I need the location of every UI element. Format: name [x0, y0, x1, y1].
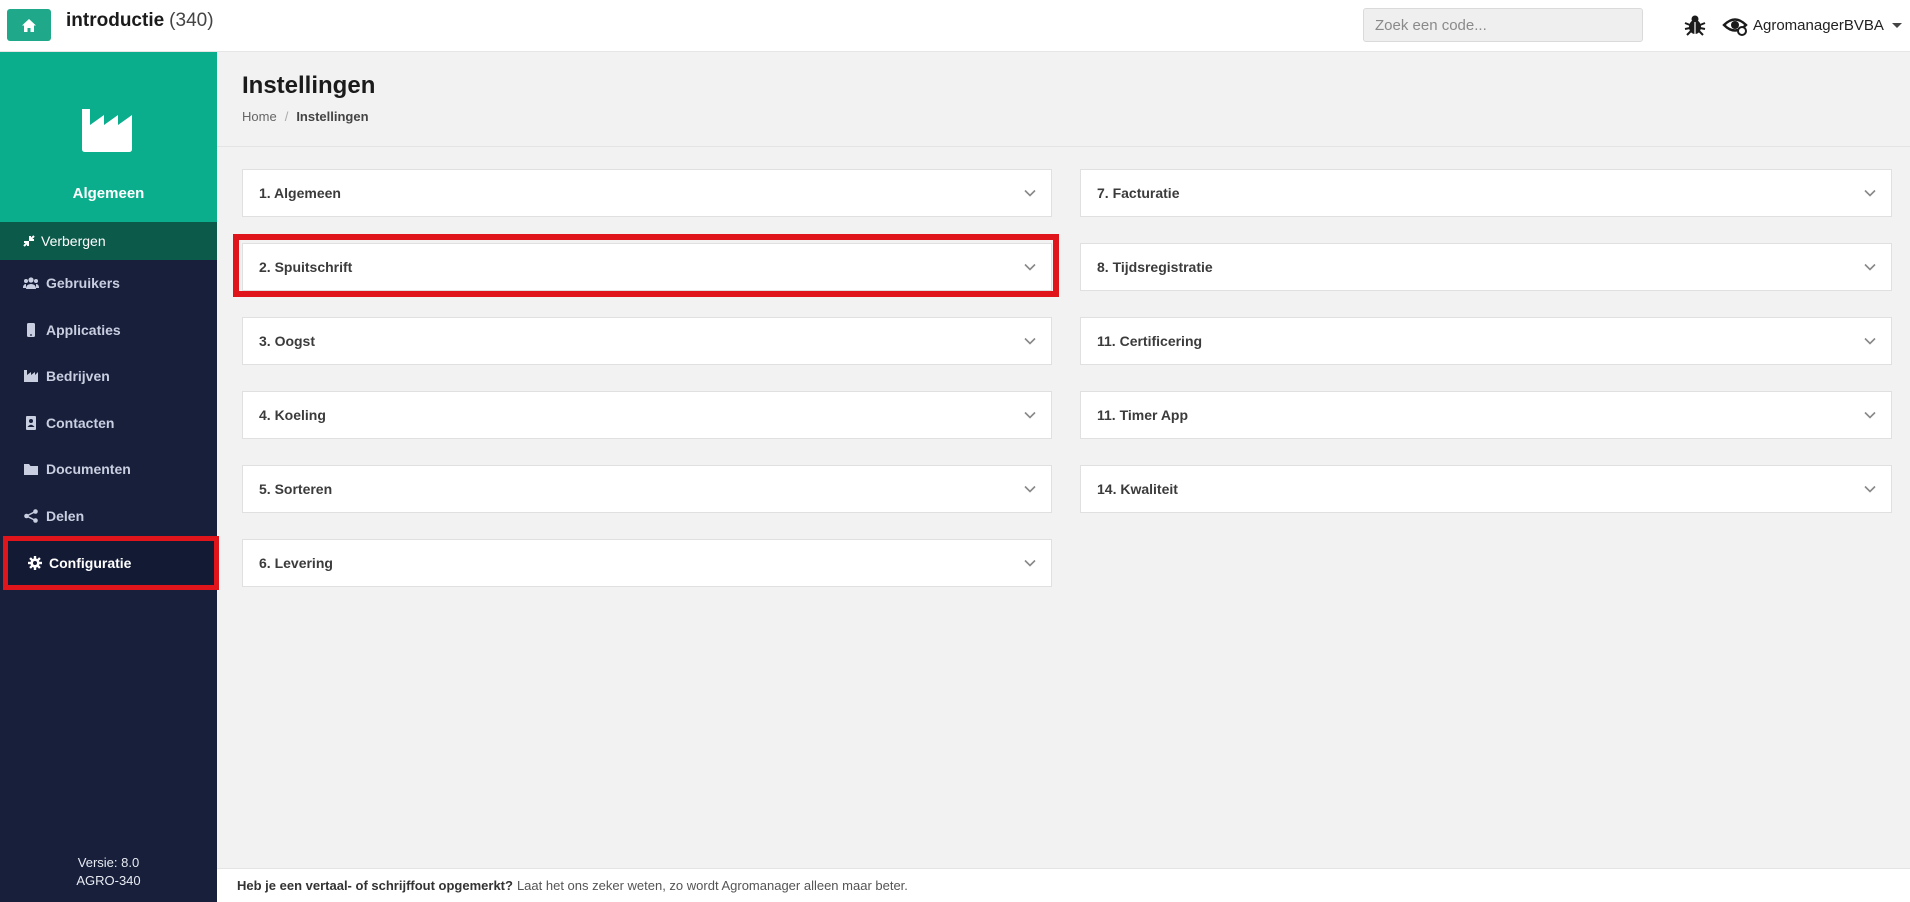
chevron-down-icon: [1864, 189, 1876, 197]
home-button[interactable]: [7, 9, 51, 41]
settings-panel-certificering[interactable]: 11. Certificering: [1080, 317, 1892, 365]
bug-icon[interactable]: [1683, 13, 1707, 37]
settings-panel-oogst[interactable]: 3. Oogst: [242, 317, 1052, 365]
sidebar-item-label: Contacten: [46, 414, 115, 431]
chevron-down-icon: [1024, 411, 1036, 419]
panel-title: 5. Sorteren: [259, 481, 333, 497]
settings-panel-sorteren[interactable]: 5. Sorteren: [242, 465, 1052, 513]
panel-title: 2. Spuitschrift: [259, 259, 353, 275]
panel-title: 7. Facturatie: [1097, 185, 1180, 201]
mobile-icon: [27, 322, 35, 337]
panel-title: 11. Certificering: [1097, 333, 1203, 349]
settings-panel-spuitschrift[interactable]: 2. Spuitschrift: [242, 243, 1052, 291]
folder-icon: [24, 464, 38, 476]
breadcrumb-home[interactable]: Home: [242, 109, 277, 124]
sidebar-item-gebruikers[interactable]: Gebruikers: [0, 260, 217, 307]
settings-panel-timer-app[interactable]: 11. Timer App: [1080, 391, 1892, 439]
sidebar-item-configuratie[interactable]: Configuratie: [3, 536, 219, 590]
sidebar-item-label: Gebruikers: [46, 275, 120, 292]
app-title-count: (340): [169, 10, 214, 31]
user-name: AgromanagerBVBA: [1753, 16, 1884, 34]
sidebar-hide-toggle[interactable]: Verbergen: [0, 222, 217, 260]
share-icon: [24, 508, 38, 523]
footer-question: Heb je een vertaal- of schrijffout opgem…: [237, 878, 513, 893]
sidebar-header: Algemeen: [0, 52, 217, 222]
chevron-down-icon: [1024, 559, 1036, 567]
sidebar: Algemeen Verbergen Gebruikers Applicatie…: [0, 52, 219, 902]
sidebar-hide-label: Verbergen: [41, 233, 106, 249]
app-title-name: introductie: [66, 10, 165, 31]
chevron-down-icon: [1864, 485, 1876, 493]
panel-title: 8. Tijdsregistratie: [1097, 259, 1213, 275]
chevron-down-icon: [1864, 411, 1876, 419]
settings-panel-levering[interactable]: 6. Levering: [242, 539, 1052, 587]
sidebar-nav: Gebruikers Applicaties Bedrijven Contact…: [0, 260, 217, 539]
version-info: Versie: 8.0 AGRO-340: [0, 854, 217, 890]
compress-icon: [23, 235, 35, 247]
footer: Heb je een vertaal- of schrijffout opgem…: [217, 868, 1910, 902]
sidebar-item-contacten[interactable]: Contacten: [0, 400, 217, 447]
user-eye-icon: [1722, 18, 1748, 36]
chevron-down-icon: [1024, 189, 1036, 197]
sidebar-item-label: Bedrijven: [46, 368, 110, 385]
page-header: Instellingen Home / Instellingen: [217, 52, 1910, 147]
footer-text: Laat het ons zeker weten, zo wordt Agrom…: [516, 878, 908, 893]
panel-title: 14. Kwaliteit: [1097, 481, 1178, 497]
panel-title: 11. Timer App: [1097, 407, 1189, 423]
chevron-down-icon: [1024, 485, 1036, 493]
sidebar-item-label: Configuratie: [49, 555, 132, 571]
settings-panel-tijdsregistratie[interactable]: 8. Tijdsregistratie: [1080, 243, 1892, 291]
sidebar-item-label: Documenten: [46, 461, 131, 478]
sidebar-item-label: Delen: [46, 507, 85, 524]
breadcrumb-separator: /: [284, 109, 289, 124]
top-bar: introductie(340) AgromanagerBVBA: [0, 0, 1910, 52]
gear-icon: [28, 556, 42, 570]
settings-panel-facturatie[interactable]: 7. Facturatie: [1080, 169, 1892, 217]
search-input[interactable]: [1363, 8, 1643, 42]
breadcrumb-current: Instellingen: [296, 109, 369, 124]
address-book-icon: [26, 415, 36, 430]
sidebar-item-documenten[interactable]: Documenten: [0, 446, 217, 493]
sidebar-item-bedrijven[interactable]: Bedrijven: [0, 353, 217, 400]
chevron-down-icon: [1024, 337, 1036, 345]
chevron-down-icon: [1024, 263, 1036, 271]
version-number: Versie: 8.0: [77, 855, 140, 870]
sidebar-header-title: Algemeen: [72, 185, 145, 202]
user-menu[interactable]: AgromanagerBVBA: [1722, 13, 1902, 37]
settings-panel-algemeen[interactable]: 1. Algemeen: [242, 169, 1052, 217]
app-title: introductie (340): [66, 10, 214, 32]
sidebar-item-applicaties[interactable]: Applicaties: [0, 307, 217, 354]
chevron-down-icon: [1864, 337, 1876, 345]
page-title: Instellingen: [242, 72, 376, 99]
breadcrumb: Home / Instellingen: [242, 109, 369, 124]
home-icon: [22, 18, 36, 32]
panel-title: 4. Koeling: [259, 407, 326, 423]
panel-title: 1. Algemeen: [259, 185, 341, 201]
sidebar-item-delen[interactable]: Delen: [0, 493, 217, 540]
chevron-down-icon: [1891, 22, 1902, 28]
users-icon: [23, 277, 39, 290]
panel-title: 6. Levering: [259, 555, 333, 571]
main-content: Instellingen Home / Instellingen 1. Algeme…: [217, 52, 1910, 902]
industry-icon: [82, 109, 132, 152]
sidebar-item-label: Applicaties: [46, 321, 121, 338]
panel-title: 3. Oogst: [259, 333, 316, 349]
chevron-down-icon: [1864, 263, 1876, 271]
settings-panel-koeling[interactable]: 4. Koeling: [242, 391, 1052, 439]
settings-panel-kwaliteit[interactable]: 14. Kwaliteit: [1080, 465, 1892, 513]
version-build: AGRO-340: [76, 873, 141, 888]
industry-icon: [24, 370, 38, 383]
